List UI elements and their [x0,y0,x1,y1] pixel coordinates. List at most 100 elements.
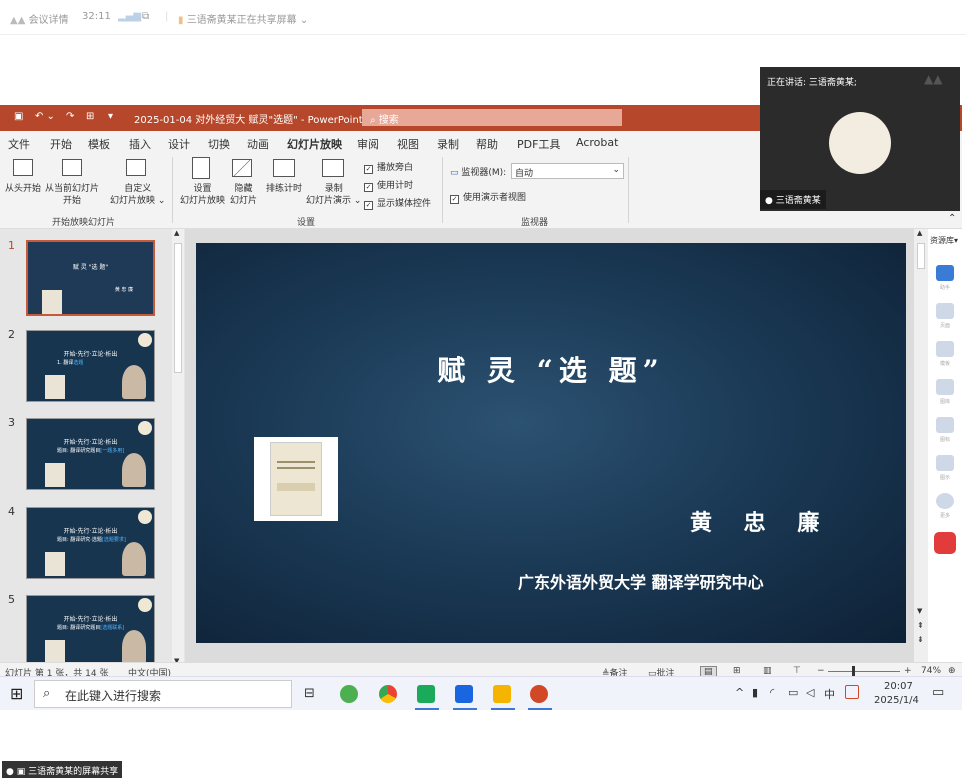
microphone-icon: ● [765,196,776,206]
tab-file[interactable]: 文件 [8,136,30,152]
scroll-up-icon[interactable]: ▲ [174,229,179,237]
monitor-select[interactable]: 自动 ⌄ [511,163,624,179]
share-status-dropdown[interactable]: ▮ 三语斋黄某正在共享屏幕 ⌄ [178,11,308,26]
scroll-up-icon[interactable]: ▲ [917,229,922,237]
from-current-button[interactable]: 从当前幻灯片 开始 [45,183,99,207]
show-media-controls-checkbox[interactable]: ✓ 显示媒体控件 [364,196,431,210]
zoom-out-button[interactable]: − [817,666,825,676]
tab-insert[interactable]: 插入 [129,136,151,152]
file-explorer-icon[interactable] [493,685,511,703]
slideshow-view-icon[interactable]: ⊤ [793,666,801,676]
zoom-level[interactable]: 74% [921,666,941,676]
tab-design[interactable]: 设计 [168,136,190,152]
monitor-icon: ▭ [450,168,462,178]
clock-date[interactable]: 2025/1/4 [874,695,919,706]
from-start-button[interactable]: 从头开始 [5,183,41,195]
checkmark-icon: ✓ [364,183,373,192]
template-icon[interactable] [936,341,954,357]
speaker-video-tile[interactable]: 正在讲话: 三语斋黄某; ▲▲ ● 三语斋黄某 [760,67,960,211]
microphone-icon[interactable]: ▮ [752,686,758,699]
redo-icon[interactable]: ↷ [66,111,74,122]
slide-editor: 赋 灵 “选 题” 黄 忠 廉 广东外语外贸大学 翻译学研究中心 [185,229,917,665]
zoom-slider[interactable] [828,671,900,672]
app-tray-icon[interactable] [845,685,859,699]
tab-review[interactable]: 审阅 [357,136,379,152]
meeting-app-icon[interactable] [455,685,473,703]
wifi-icon[interactable]: ◜ [770,686,774,699]
tab-template[interactable]: 模板 [88,136,110,152]
thumbnail-number: 5 [8,593,15,606]
slide-thumbnail-1[interactable]: 赋 灵 "选 题" 黄 忠 廉 [26,240,155,316]
tray-expand-icon[interactable]: ^ [735,686,744,699]
taskbar-search-input[interactable]: ⌕ 在此键入进行搜索 [34,680,292,708]
reading-view-icon[interactable]: ▥ [763,666,772,676]
resource-library-dropdown[interactable]: 资源库▾ [930,235,958,246]
task-view-icon[interactable]: ⊟ [304,686,315,701]
setup-slideshow-button[interactable]: 设置 幻灯片放映 [180,183,225,207]
zoom-slider-thumb[interactable] [852,666,855,676]
presenter-view-checkbox[interactable]: ✓ 使用演示者视图 [450,190,526,204]
undo-icon[interactable]: ↶ ⌄ [35,111,55,122]
meeting-details-link[interactable]: ▲▲ 会议详情 [10,11,69,26]
zoom-in-button[interactable]: + [904,666,912,676]
custom-slideshow-button[interactable]: 自定义 幻灯片放映 ⌄ [110,183,165,207]
windows-start-icon[interactable]: ⊞ [10,684,23,703]
signal-icon: ▂▄▆ [118,11,142,22]
clock-time[interactable]: 20:07 [884,681,913,692]
red-packet-icon[interactable] [934,532,956,554]
powerpoint-icon[interactable] [530,685,548,703]
logo-icon [138,510,152,524]
wechat-icon[interactable] [340,685,358,703]
assistant-icon[interactable] [936,265,954,281]
battery-icon[interactable]: ▭ [788,686,798,699]
customize-toolbar-icon[interactable]: ▾ [108,111,113,122]
slide-thumbnail-2[interactable]: 开始·先行·立论·析出 1. 翻译选题 [26,330,155,402]
diagram-icon[interactable] [936,455,954,471]
slide-thumbnail-pane: 1 赋 灵 "选 题" 黄 忠 廉 2 开始·先行·立论·析出 1. 翻译选题 … [0,229,185,665]
tab-view[interactable]: 视图 [397,136,419,152]
slide-author: 黄 忠 廉 [690,510,832,536]
fit-to-window-icon[interactable]: ⊕ [948,666,956,676]
page-icon[interactable] [936,303,954,319]
current-slide[interactable]: 赋 灵 “选 题” 黄 忠 廉 广东外语外贸大学 翻译学研究中心 [196,243,906,643]
record-slideshow-button[interactable]: 录制 幻灯片演示 ⌄ [306,183,361,207]
icons-icon[interactable] [936,417,954,433]
save-icon[interactable]: ▣ [14,111,23,122]
scroll-down-icon[interactable]: ▼ [917,607,922,615]
ppt-search-input[interactable]: ⌕ 搜索 [362,109,622,126]
slide-thumbnail-3[interactable]: 开始·先行·立论·析出 题目: 翻译研究题目[一题多用] [26,418,155,490]
tab-pdf-tools[interactable]: PDF工具 [517,136,560,152]
slide-thumbnail-4[interactable]: 开始·先行·立论·析出 题目: 翻译研究·选题[选题要求] [26,507,155,579]
volume-icon[interactable]: ◁ [806,686,814,699]
gallery-icon[interactable] [936,379,954,395]
previous-slide-icon[interactable]: ⇞ [917,621,924,630]
collapse-ribbon-icon[interactable]: ⌃ [948,213,956,224]
play-narration-checkbox[interactable]: ✓ 播放旁白 [364,160,413,174]
tab-home[interactable]: 开始 [50,136,72,152]
more-icon[interactable] [936,493,954,509]
record-icon [322,159,344,177]
tab-acrobat[interactable]: Acrobat [576,136,618,149]
slideshow-quick-icon[interactable]: ⊞ [86,111,94,122]
tab-record[interactable]: 录制 [437,136,459,152]
use-timings-checkbox[interactable]: ✓ 使用计时 [364,178,413,192]
thumbnail-scrollbar[interactable]: ▲ ▼ [172,229,184,665]
ime-indicator[interactable]: 中 [824,686,835,702]
notification-icon[interactable]: ▭ [932,685,944,700]
external-link-icon[interactable]: ⧉ [142,11,149,22]
slide-scrollbar[interactable]: ▲ ▼ ⇞ ⇟ [914,229,928,665]
hide-slide-button[interactable]: 隐藏 幻灯片 [230,183,257,207]
screen-app-icon[interactable] [417,685,435,703]
hide-slide-icon [232,159,252,177]
tab-transitions[interactable]: 切换 [208,136,230,152]
tab-help[interactable]: 帮助 [476,136,498,152]
slide-sorter-icon[interactable]: ⊞ [733,666,741,676]
next-slide-icon[interactable]: ⇟ [917,635,924,644]
thumbnail-number: 3 [8,416,15,429]
chrome-icon[interactable] [379,685,397,703]
slide-thumbnail-5[interactable]: 开始·先行·立论·析出 题目: 翻译研究题目[选题联系] [26,595,155,665]
rehearse-timings-button[interactable]: 排练计时 [266,183,302,195]
checkmark-icon: ✓ [364,165,373,174]
tab-animations[interactable]: 动画 [247,136,269,152]
document-title: 2025-01-04 对外经贸大 赋灵"选题" - PowerPoint [134,115,363,126]
